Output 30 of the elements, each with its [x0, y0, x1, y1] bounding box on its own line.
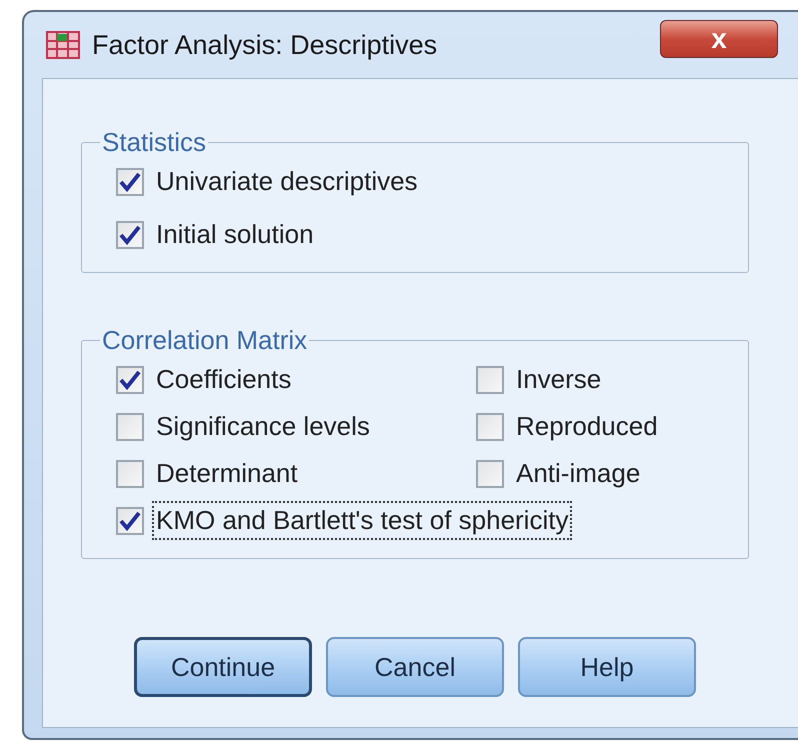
checkbox-label: Initial solution [155, 218, 315, 251]
checkbox[interactable] [476, 460, 504, 488]
close-button[interactable]: x [660, 20, 778, 58]
checkbox-label: Univariate descriptives [155, 165, 419, 198]
group-title: Correlation Matrix [101, 325, 308, 356]
check-icon [119, 510, 141, 530]
dialog-button[interactable]: Continue [134, 637, 312, 697]
checkbox-label: Inverse [515, 363, 602, 396]
checkbox-label: Determinant [155, 457, 299, 490]
dialog-button[interactable]: Help [518, 637, 696, 697]
checkbox[interactable] [116, 460, 144, 488]
check-icon [119, 370, 141, 390]
checkbox[interactable] [116, 220, 144, 248]
checkbox[interactable] [116, 506, 144, 534]
checkbox[interactable] [116, 366, 144, 394]
window-title: Factor Analysis: Descriptives [92, 30, 438, 60]
checkbox[interactable] [476, 366, 504, 394]
checkbox[interactable] [116, 168, 144, 196]
checkbox[interactable] [116, 412, 144, 440]
dialog-button[interactable]: Cancel [326, 637, 504, 697]
table-icon [46, 31, 80, 59]
check-icon [119, 172, 141, 192]
checkbox-label: Coefficients [155, 363, 292, 396]
checkbox-label: KMO and Bartlett's test of sphericity [152, 501, 572, 540]
checkbox-label: Reproduced [515, 410, 659, 443]
check-icon [119, 224, 141, 244]
checkbox[interactable] [476, 412, 504, 440]
group-title: Statistics [101, 127, 208, 158]
checkbox-label: Significance levels [155, 410, 371, 443]
checkbox-label: Anti-image [515, 457, 642, 490]
